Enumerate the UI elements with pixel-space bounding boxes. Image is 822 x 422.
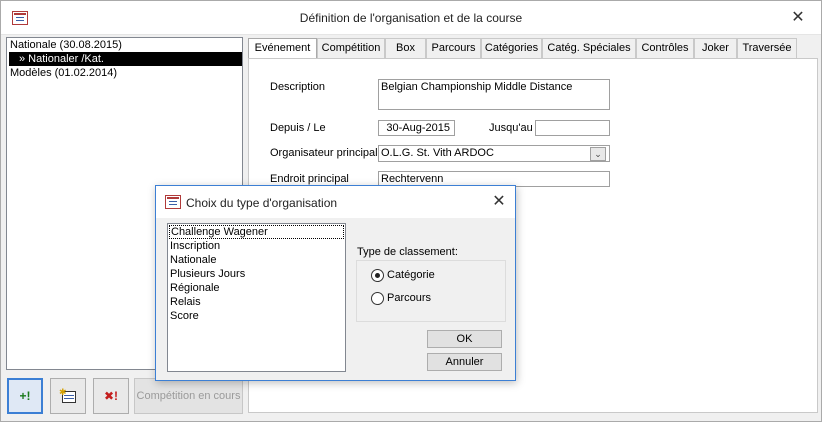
organisation-type-list[interactable]: Challenge Wagener Inscription Nationale …: [167, 223, 346, 372]
add-button[interactable]: +!: [7, 378, 43, 414]
tab-traversee[interactable]: Traversée: [737, 38, 797, 58]
list-item[interactable]: Inscription: [168, 239, 345, 253]
ranking-type-label: Type de classement:: [357, 246, 458, 258]
from-date-label: Depuis / Le: [270, 122, 326, 134]
list-item[interactable]: Challenge Wagener: [169, 225, 344, 239]
list-item-selected[interactable]: » Nationaler /Kat.: [9, 52, 242, 66]
tab-joker[interactable]: Joker: [694, 38, 737, 58]
tab-evenement[interactable]: Evénement: [248, 38, 317, 59]
tab-parcours[interactable]: Parcours: [426, 38, 481, 58]
until-date-label: Jusqu'au: [489, 122, 533, 134]
list-item[interactable]: Modèles (01.02.2014): [7, 66, 242, 80]
window-title: Définition de l'organisation et de la co…: [299, 11, 523, 25]
add-icon: +!: [19, 389, 31, 403]
copy-button[interactable]: ✱: [50, 378, 86, 414]
list-item[interactable]: Score: [168, 309, 345, 323]
list-item[interactable]: Plusieurs Jours: [168, 267, 345, 281]
list-item[interactable]: Nationale: [168, 253, 345, 267]
tab-categ-speciales[interactable]: Catég. Spéciales: [542, 38, 636, 58]
close-icon[interactable]: ✕: [790, 10, 806, 26]
form-copy-icon: ✱: [59, 388, 77, 404]
organizer-select[interactable]: O.L.G. St. Vith ARDOC: [378, 145, 610, 162]
delete-icon: ✖!: [103, 389, 119, 403]
dialog-form-icon: [165, 195, 181, 209]
list-item[interactable]: Nationale (30.08.2015): [7, 38, 242, 52]
until-date-field[interactable]: [535, 120, 610, 136]
dialog-close-icon[interactable]: ✕: [491, 194, 507, 210]
radio-categorie[interactable]: Catégorie: [371, 268, 435, 282]
dialog-title: Choix du type d'organisation: [186, 196, 338, 210]
radio-label: Parcours: [387, 292, 432, 304]
organisation-type-dialog: Choix du type d'organisation ✕ Challenge…: [155, 185, 516, 381]
dialog-title-bar: Choix du type d'organisation ✕: [156, 186, 515, 218]
list-item[interactable]: Régionale: [168, 281, 345, 295]
main-window: Définition de l'organisation et de la co…: [0, 0, 822, 422]
chevron-down-icon[interactable]: ⌄: [590, 147, 606, 161]
delete-button[interactable]: ✖!: [93, 378, 129, 414]
ok-button[interactable]: OK: [427, 330, 502, 348]
radio-button-icon[interactable]: [371, 268, 384, 282]
tab-competition[interactable]: Compétition: [317, 38, 385, 58]
location-label: Endroit principal: [270, 173, 349, 185]
organizer-label: Organisateur principal: [270, 147, 378, 159]
radio-label: Catégorie: [387, 269, 435, 281]
current-competition-button[interactable]: Compétition en cours: [134, 378, 243, 414]
list-item[interactable]: Relais: [168, 295, 345, 309]
radio-parcours[interactable]: Parcours: [371, 291, 431, 305]
tab-controles[interactable]: Contrôles: [636, 38, 694, 58]
description-field[interactable]: Belgian Championship Middle Distance: [378, 79, 610, 110]
radio-button-icon[interactable]: [371, 291, 384, 305]
cancel-button[interactable]: Annuler: [427, 353, 502, 371]
title-bar: Définition de l'organisation et de la co…: [1, 1, 821, 35]
from-date-field[interactable]: 30-Aug-2015: [378, 120, 455, 136]
description-label: Description: [270, 81, 326, 93]
tab-categories[interactable]: Catégories: [481, 38, 542, 58]
tab-box[interactable]: Box: [385, 38, 426, 58]
